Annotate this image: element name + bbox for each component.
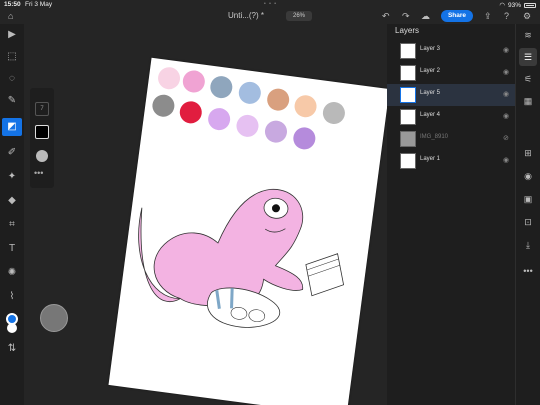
eye-icon[interactable]: ◉: [503, 90, 509, 98]
layer-props-icon[interactable]: ☰: [519, 48, 537, 66]
background-color[interactable]: [7, 323, 17, 333]
layers-title: Layers: [395, 26, 420, 35]
export-icon[interactable]: ⇪: [484, 10, 492, 22]
palette-swatch: [236, 114, 259, 137]
home-icon[interactable]: ⌂: [8, 10, 13, 22]
clip-icon[interactable]: ⊡: [519, 213, 537, 231]
document-title[interactable]: Unti...(?) *: [228, 11, 264, 20]
palette-swatch: [238, 81, 261, 104]
palette-swatch: [182, 70, 205, 93]
palette-swatch: [264, 120, 287, 143]
layer-name: Layer 3: [420, 46, 441, 52]
redo-icon[interactable]: ↷: [402, 10, 410, 22]
palette-swatch: [179, 101, 202, 124]
layer-name: IMG_8910: [420, 134, 449, 140]
layer-thumbnail[interactable]: [400, 87, 416, 103]
smudge-icon[interactable]: ✐: [2, 144, 22, 162]
layer-name: Layer 1: [420, 156, 441, 162]
eye-icon[interactable]: ◉: [503, 156, 509, 164]
layer-thumbnail[interactable]: [400, 65, 416, 81]
brush-icon[interactable]: ✎: [2, 92, 22, 110]
adjustments-icon[interactable]: ⚟: [519, 70, 537, 88]
wifi-icon: ◠: [499, 2, 505, 9]
palette-swatch: [158, 67, 181, 90]
eye-icon[interactable]: ◉: [503, 46, 509, 54]
layer-row[interactable]: Layer 5 ◉: [387, 84, 515, 106]
fill-icon[interactable]: ◆: [2, 192, 22, 210]
left-toolbar: ▶ ⬚ ◌ ✎ ◩ ✐ ✦ ◆ ⌗ T ✺ ⌇ ⇅: [0, 24, 24, 405]
layer-name: Layer 4: [420, 112, 441, 118]
eye-icon[interactable]: ◉: [503, 112, 509, 120]
mask-icon[interactable]: ▣: [519, 190, 537, 208]
layer-thumbnail[interactable]: [400, 131, 416, 147]
visibility-icon[interactable]: ◉: [519, 167, 537, 185]
text-icon[interactable]: T: [2, 240, 22, 258]
right-toolbar: ≋ ☰ ⚟ ▦ ⊞ ◉ ▣ ⊡ ⤓ •••: [515, 24, 540, 405]
layers-panel: Layers Layer 3 ◉ Layer 2 ◉ Layer 5 ◉ Layer 4 ◉ I…: [387, 24, 515, 405]
palette-swatch: [210, 76, 233, 99]
help-icon[interactable]: ?: [504, 10, 509, 22]
layer-row[interactable]: Layer 4 ◉: [387, 106, 515, 128]
settings-icon[interactable]: ⚙: [523, 10, 531, 22]
layer-row[interactable]: Layer 2 ◉: [387, 62, 515, 84]
adjust-icon[interactable]: ✺: [2, 264, 22, 282]
layer-thumbnail[interactable]: [400, 153, 416, 169]
layer-thumbnail[interactable]: [400, 109, 416, 125]
top-toolbar: ⌂ Unti...(?) * 26% ↶ ↷ ☁ Share ⇪ ? ⚙: [0, 10, 540, 24]
select-icon[interactable]: ▶: [2, 26, 22, 44]
merge-icon[interactable]: ⤓: [519, 236, 537, 254]
battery-percent: 93%: [507, 1, 521, 9]
creature-drawing: [138, 188, 345, 328]
status-bar: 15:50 Fri 3 May • • • ◠ 93%: [0, 0, 540, 10]
status-right: ◠ 93%: [499, 1, 536, 9]
palette-swatch: [208, 108, 231, 131]
color-palette: [152, 67, 345, 150]
artboard[interactable]: [108, 57, 387, 405]
clone-icon[interactable]: ✦: [2, 168, 22, 186]
layer-row[interactable]: IMG_8910 ⊘: [387, 128, 515, 150]
artwork: [138, 67, 345, 328]
layer-name: Layer 5: [420, 90, 441, 96]
undo-icon[interactable]: ↶: [382, 10, 390, 22]
layer-row[interactable]: Layer 3 ◉: [387, 40, 515, 62]
layers-icon[interactable]: ≋: [519, 26, 537, 44]
cloud-icon[interactable]: ☁: [421, 10, 430, 22]
layer-thumbnail[interactable]: [400, 43, 416, 59]
layer-name: Layer 2: [420, 68, 441, 74]
palette-swatch: [293, 127, 316, 150]
eye-icon[interactable]: ◉: [503, 68, 509, 76]
canvas-area[interactable]: [24, 24, 387, 405]
transform-icon[interactable]: ⬚: [2, 48, 22, 66]
modifier-button[interactable]: [40, 304, 68, 332]
palette-swatch: [294, 95, 317, 118]
crop-icon[interactable]: ⌗: [2, 216, 22, 234]
share-button[interactable]: Share: [441, 10, 473, 22]
palette-swatch: [322, 102, 345, 125]
eraser-icon[interactable]: ◩: [2, 118, 22, 136]
eyedropper-icon[interactable]: ⌇: [2, 288, 22, 306]
palette-swatch: [152, 94, 175, 117]
battery-icon: [524, 2, 536, 8]
eye-hidden-icon[interactable]: ⊘: [503, 134, 509, 142]
lasso-icon[interactable]: ◌: [2, 70, 22, 88]
layer-row[interactable]: Layer 1 ◉: [387, 150, 515, 172]
fx-icon[interactable]: ▦: [519, 92, 537, 110]
zoom-level[interactable]: 26%: [286, 11, 312, 21]
palette-swatch: [267, 88, 290, 111]
status-date: Fri 3 May: [25, 1, 53, 8]
add-layer-icon[interactable]: ⊞: [519, 144, 537, 162]
multitask-dots[interactable]: • • •: [264, 1, 277, 7]
status-time: 15:50: [4, 1, 21, 8]
swap-icon[interactable]: ⇅: [2, 340, 22, 358]
more-options-icon[interactable]: •••: [519, 262, 537, 280]
